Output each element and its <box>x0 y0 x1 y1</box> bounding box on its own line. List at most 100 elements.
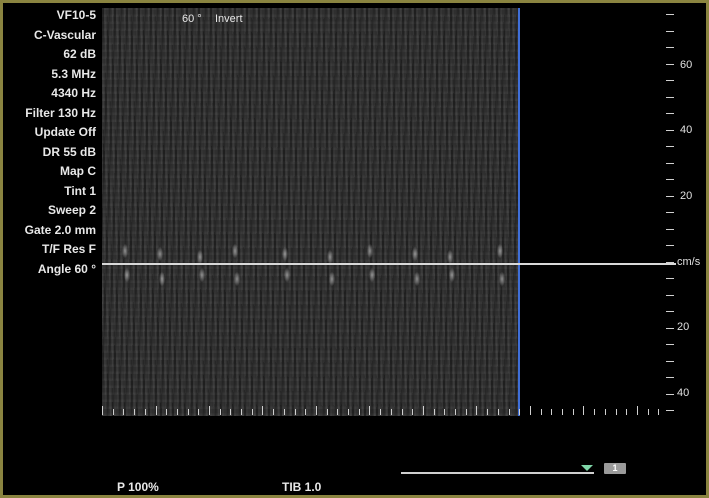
velocity-baseline[interactable] <box>102 263 676 265</box>
page-badge: 1 <box>604 463 626 474</box>
time-tick <box>402 409 403 415</box>
param-frequency: 5.3 MHz <box>51 66 96 81</box>
spectral-doppler-display[interactable] <box>102 8 518 416</box>
doppler-signal-blip <box>447 250 453 264</box>
invert-indicator: Invert <box>215 13 243 25</box>
doppler-signal-blip <box>412 247 418 261</box>
doppler-signal-blip <box>282 247 288 261</box>
time-tick <box>327 409 328 415</box>
scale-label-neg-20: 20 <box>677 321 690 333</box>
angle-indicator: 60 ° <box>182 13 202 25</box>
time-tick <box>209 406 210 415</box>
parameter-panel: VF10-5 C-Vascular 62 dB 5.3 MHz 4340 Hz … <box>4 6 96 279</box>
time-tick <box>391 409 392 415</box>
time-tick <box>476 406 477 415</box>
time-tick <box>423 406 424 415</box>
param-gate: Gate 2.0 mm <box>24 222 96 237</box>
scale-tick <box>666 146 674 147</box>
scale-tick <box>666 163 674 164</box>
param-preset: C-Vascular <box>33 27 96 42</box>
doppler-signal-blip <box>122 244 128 258</box>
scale-tick <box>666 212 674 213</box>
scale-tick <box>666 14 674 15</box>
param-prf: 4340 Hz <box>51 86 96 100</box>
time-tick <box>305 409 306 415</box>
time-tick <box>509 409 510 415</box>
doppler-signal-blip <box>329 272 335 286</box>
doppler-signal-blip <box>232 244 238 258</box>
time-tick <box>156 406 157 415</box>
doppler-signal-blip <box>367 244 373 258</box>
doppler-signal-blip <box>327 250 333 264</box>
time-tick <box>241 409 242 415</box>
scale-tick <box>666 394 674 395</box>
doppler-signal-blip <box>124 268 130 282</box>
time-tick <box>262 406 263 415</box>
scale-tick <box>666 47 674 48</box>
scale-label-units: cm/s <box>677 256 701 268</box>
time-tick <box>658 409 659 415</box>
scale-label-pos-40: 40 <box>680 124 693 136</box>
time-tick <box>562 409 563 415</box>
sweep-cursor-line <box>518 8 520 416</box>
scale-tick <box>666 311 674 312</box>
time-tick <box>573 409 574 415</box>
time-tick <box>113 409 114 415</box>
time-tick <box>337 409 338 415</box>
doppler-signal-blip <box>414 272 420 286</box>
scale-label-neg-40: 40 <box>677 387 690 399</box>
scale-tick <box>666 344 674 345</box>
time-tick <box>466 409 467 415</box>
time-tick <box>519 409 520 415</box>
scale-tick <box>666 245 674 246</box>
time-tick <box>348 409 349 415</box>
doppler-signal-blip <box>159 272 165 286</box>
time-tick <box>626 409 627 415</box>
time-tick <box>616 409 617 415</box>
doppler-signal-blip <box>197 250 203 264</box>
scale-label-pos-60: 60 <box>680 59 693 71</box>
param-gain: 62 dB <box>63 47 96 61</box>
scale-tick <box>666 97 674 98</box>
time-tick <box>134 409 135 415</box>
time-tick <box>369 406 370 415</box>
time-tick <box>145 409 146 415</box>
doppler-signal-blip <box>369 268 375 282</box>
time-tick <box>230 409 231 415</box>
time-tick <box>530 406 531 415</box>
time-tick <box>295 409 296 415</box>
param-dynamic-range: DR 55 dB <box>42 144 96 159</box>
doppler-signal-blip <box>499 272 505 286</box>
scale-tick <box>666 328 674 329</box>
scale-tick <box>666 31 674 32</box>
param-probe: VF10-5 <box>56 8 96 22</box>
scale-tick <box>666 130 674 131</box>
param-tf-res: T/F Res F <box>41 242 96 256</box>
time-tick <box>498 409 499 415</box>
time-tick <box>177 409 178 415</box>
time-tick <box>359 409 360 415</box>
doppler-signal-blip <box>234 272 240 286</box>
scale-tick <box>666 113 674 114</box>
time-tick <box>434 409 435 415</box>
cine-progress-track[interactable] <box>401 472 594 474</box>
acoustic-power-readout: P 100% <box>117 480 159 494</box>
param-map: Map C <box>60 164 96 178</box>
time-tick <box>188 409 189 415</box>
scale-tick <box>666 80 674 81</box>
time-tick <box>316 406 317 415</box>
doppler-signal-blip <box>497 244 503 258</box>
time-tick <box>220 409 221 415</box>
time-tick <box>594 409 595 415</box>
doppler-signal-blip <box>284 268 290 282</box>
time-tick <box>102 406 103 415</box>
time-tick <box>541 409 542 415</box>
cine-position-marker[interactable] <box>581 465 593 471</box>
time-tick <box>123 409 124 415</box>
scale-tick <box>666 179 674 180</box>
scale-tick <box>666 377 674 378</box>
time-tick <box>455 409 456 415</box>
scale-tick <box>666 262 674 263</box>
scale-label-pos-20: 20 <box>680 190 693 202</box>
scale-tick <box>666 278 674 279</box>
